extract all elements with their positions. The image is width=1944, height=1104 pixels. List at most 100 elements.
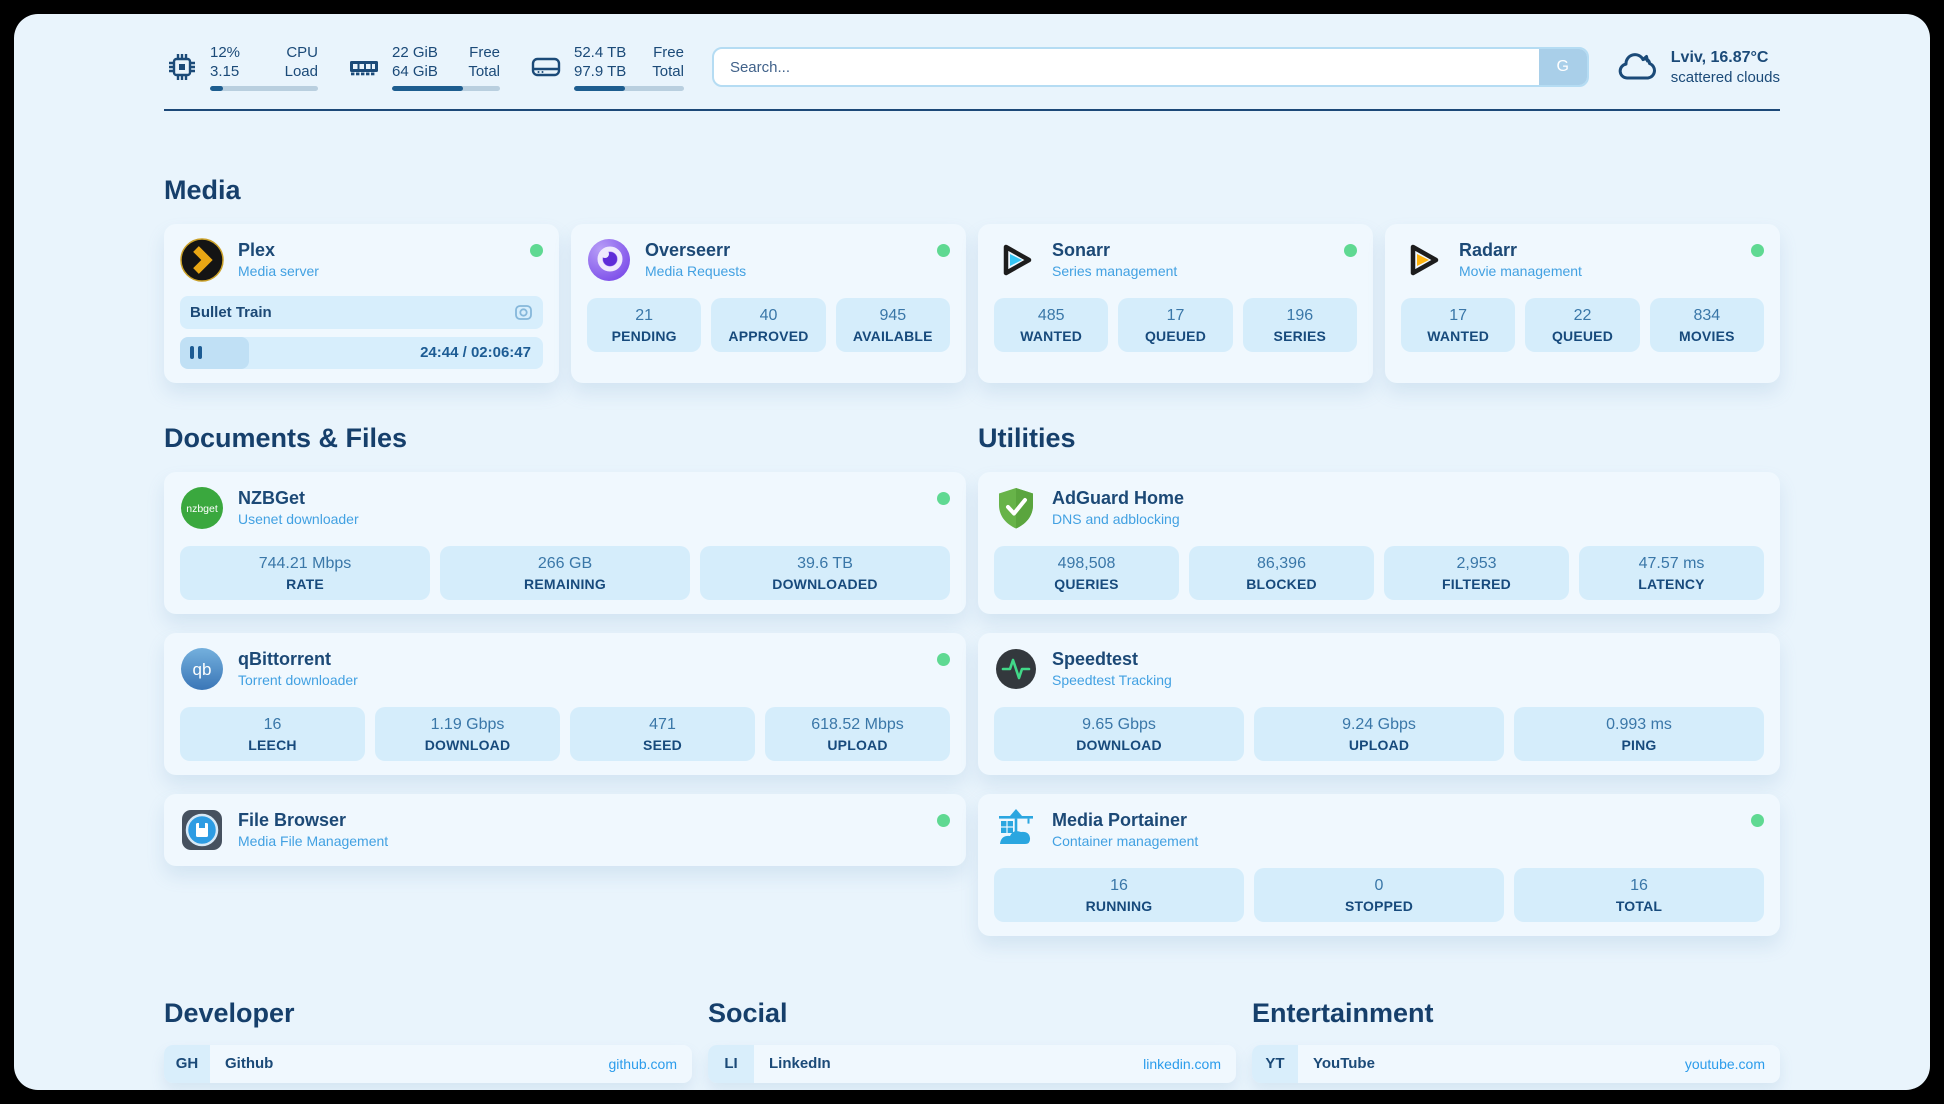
stat-label: DOWNLOAD	[1000, 737, 1238, 753]
stat-label: LEECH	[186, 737, 359, 753]
section-title-media: Media	[164, 175, 1780, 206]
bookmark-youtube[interactable]: YT YouTube youtube.com	[1252, 1045, 1780, 1083]
stat-tile: 17 QUEUED	[1118, 298, 1232, 352]
dashboard: 12% 3.15 CPU Load	[14, 14, 1930, 1090]
disk-total-value: 97.9 TB	[574, 63, 626, 82]
stat-label: BLOCKED	[1195, 576, 1368, 592]
section-title-utilities: Utilities	[978, 423, 1780, 454]
weather-widget: Lviv, 16.87°C scattered clouds	[1617, 49, 1780, 86]
stat-label: APPROVED	[717, 328, 819, 344]
bookmark-url: github.com	[609, 1056, 677, 1072]
stat-value: 618.52 Mbps	[771, 716, 944, 734]
qbittorrent-icon-text: qb	[193, 660, 212, 679]
ram-widget: 22 GiB 64 GiB Free Total	[346, 44, 500, 91]
stat-label: RATE	[186, 576, 424, 592]
stat-label: STOPPED	[1260, 898, 1498, 914]
stat-value: 17	[1407, 307, 1509, 325]
stat-tile: 16 LEECH	[180, 707, 365, 761]
stat-tile: 0.993 ms PING	[1514, 707, 1764, 761]
disk-widget: 52.4 TB 97.9 TB Free Total	[528, 44, 684, 91]
topbar-divider	[164, 109, 1780, 111]
stat-value: 196	[1249, 307, 1351, 325]
stat-value: 39.6 TB	[706, 555, 944, 573]
disk-progress-fill	[574, 86, 625, 91]
stat-tile: 471 SEED	[570, 707, 755, 761]
app-subtitle: Torrent downloader	[238, 672, 358, 688]
app-name: Plex	[238, 240, 319, 261]
adguard-icon	[994, 486, 1038, 530]
ram-progress-fill	[392, 86, 463, 91]
stat-label: MOVIES	[1656, 328, 1758, 344]
stat-tile: 9.24 Gbps UPLOAD	[1254, 707, 1504, 761]
app-subtitle: Speedtest Tracking	[1052, 672, 1172, 688]
qbittorrent-icon: qb	[180, 647, 224, 691]
app-card-sonarr[interactable]: Sonarr Series management 485 WANTED 17 Q…	[978, 224, 1373, 383]
overseerr-icon	[587, 238, 631, 282]
bookmark-name: YouTube	[1313, 1055, 1375, 1072]
app-card-adguard[interactable]: AdGuard Home DNS and adblocking 498,508 …	[978, 472, 1780, 614]
stat-value: 498,508	[1000, 555, 1173, 573]
section-title-entertainment: Entertainment	[1252, 998, 1780, 1029]
ram-total-value: 64 GiB	[392, 63, 438, 82]
stat-value: 9.65 Gbps	[1000, 716, 1238, 734]
app-name: Overseerr	[645, 240, 746, 261]
stat-label: RUNNING	[1000, 898, 1238, 914]
stat-value: 17	[1124, 307, 1226, 325]
stat-label: QUERIES	[1000, 576, 1173, 592]
documents-column: Documents & Files nzbget NZBGet Usenet d	[164, 423, 966, 936]
now-playing-title: Bullet Train	[190, 304, 272, 321]
stat-label: PENDING	[593, 328, 695, 344]
status-dot	[1344, 244, 1357, 257]
stat-value: 2,953	[1390, 555, 1563, 573]
app-card-qbittorrent[interactable]: qb qBittorrent Torrent downloader 16 LEE…	[164, 633, 966, 775]
stat-tile: 266 GB REMAINING	[440, 546, 690, 600]
app-card-radarr[interactable]: Radarr Movie management 17 WANTED 22 QUE…	[1385, 224, 1780, 383]
stat-value: 834	[1656, 307, 1758, 325]
playback-time: 24:44 / 02:06:47	[420, 344, 531, 361]
sonarr-icon	[994, 238, 1038, 282]
app-card-plex[interactable]: Plex Media server Bullet Train	[164, 224, 559, 383]
app-name: Sonarr	[1052, 240, 1177, 261]
stat-label: UPLOAD	[771, 737, 944, 753]
search-engine-button[interactable]: G	[1539, 49, 1587, 85]
app-subtitle: Usenet downloader	[238, 511, 359, 527]
stat-label: SERIES	[1249, 328, 1351, 344]
app-card-speedtest[interactable]: Speedtest Speedtest Tracking 9.65 Gbps D…	[978, 633, 1780, 775]
pause-icon[interactable]	[190, 346, 202, 359]
ram-icon	[346, 49, 382, 85]
stat-tile: 86,396 BLOCKED	[1189, 546, 1374, 600]
cpu-percent: 12%	[210, 44, 240, 63]
app-card-overseerr[interactable]: Overseerr Media Requests 21 PENDING 40 A…	[571, 224, 966, 383]
section-title-documents: Documents & Files	[164, 423, 966, 454]
app-name: NZBGet	[238, 488, 359, 509]
disk-label-top: Free	[652, 44, 684, 63]
app-subtitle: Media Requests	[645, 263, 746, 279]
stat-value: 1.19 Gbps	[381, 716, 554, 734]
app-card-filebrowser[interactable]: File Browser Media File Management	[164, 794, 966, 866]
stat-value: 0	[1260, 877, 1498, 895]
stat-label: FILTERED	[1390, 576, 1563, 592]
bookmark-github[interactable]: GH Github github.com	[164, 1045, 692, 1083]
stat-tile: 16 TOTAL	[1514, 868, 1764, 922]
search-input[interactable]	[714, 49, 1539, 85]
stat-tile: 485 WANTED	[994, 298, 1108, 352]
app-card-portainer[interactable]: Media Portainer Container management 16 …	[978, 794, 1780, 936]
app-subtitle: Media File Management	[238, 833, 388, 849]
bookmark-linkedin[interactable]: LI LinkedIn linkedin.com	[708, 1045, 1236, 1083]
app-name: Speedtest	[1052, 649, 1172, 670]
stat-tile: 1.19 Gbps DOWNLOAD	[375, 707, 560, 761]
stat-tile: 39.6 TB DOWNLOADED	[700, 546, 950, 600]
bookmark-abbr-badge: LI	[708, 1045, 754, 1083]
stat-value: 16	[186, 716, 359, 734]
stat-label: QUEUED	[1124, 328, 1226, 344]
stat-value: 485	[1000, 307, 1102, 325]
app-subtitle: DNS and adblocking	[1052, 511, 1184, 527]
stat-value: 21	[593, 307, 695, 325]
stat-value: 0.993 ms	[1520, 716, 1758, 734]
player-device-icon[interactable]	[514, 303, 533, 322]
playback-progress-bar: 24:44 / 02:06:47	[180, 337, 543, 369]
app-card-nzbget[interactable]: nzbget NZBGet Usenet downloader 744.21 M…	[164, 472, 966, 614]
stat-label: SEED	[576, 737, 749, 753]
now-playing-row: Bullet Train	[180, 296, 543, 329]
app-name: Media Portainer	[1052, 810, 1198, 831]
